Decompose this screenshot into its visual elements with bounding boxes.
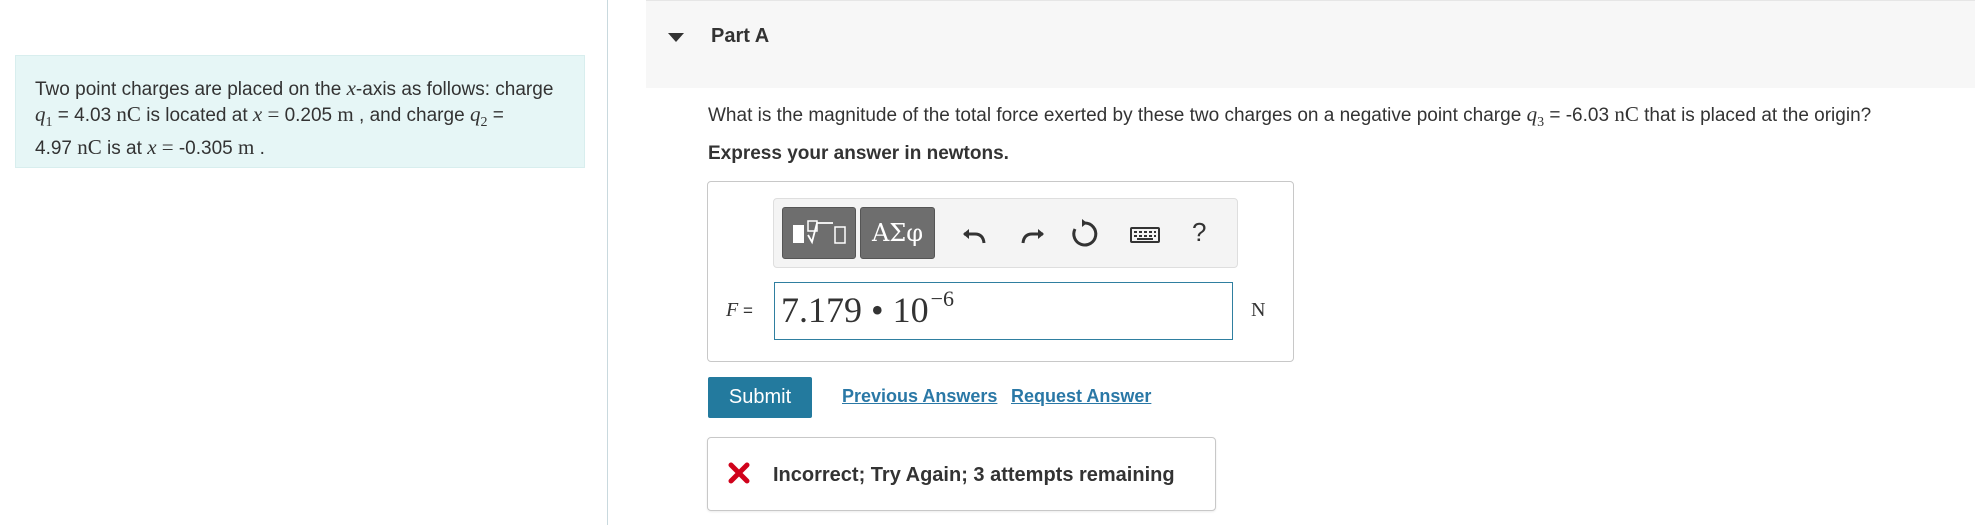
q3-unit: nC (1614, 102, 1639, 126)
problem-text-7: is at (101, 138, 148, 160)
answer-variable-label: F = (726, 299, 753, 321)
problem-text-2: -axis as follows: charge (355, 79, 554, 100)
answer-exponent: −6 (930, 286, 955, 311)
x1-unit: m (337, 102, 354, 126)
templates-icon (793, 220, 846, 245)
answer-box: ΑΣφ ? F = 7.179 • 10−6 N (707, 181, 1294, 362)
answer-value: 7.179 • 10 (781, 290, 929, 330)
x2-unit: m (238, 135, 255, 160)
keyboard-icon[interactable] (1129, 217, 1161, 251)
problem-statement: Two point charges are placed on the x-ax… (15, 55, 585, 168)
previous-answers-link[interactable]: Previous Answers (842, 386, 997, 407)
q3-symbol: q3 (1526, 102, 1545, 131)
q2-symbol: q2 (469, 102, 488, 131)
math-toolbar: ΑΣφ ? (773, 198, 1238, 268)
reset-icon[interactable] (1068, 217, 1102, 251)
question-text-pre: What is the magnitude of the total force… (708, 105, 1527, 126)
incorrect-x-icon (728, 462, 750, 484)
caret-down-icon[interactable] (668, 33, 684, 42)
part-title: Part A (711, 25, 770, 47)
part-header[interactable]: Part A (646, 0, 1975, 88)
x-symbol-2: x = (147, 135, 179, 160)
problem-text-8: . (254, 138, 265, 160)
column-divider (607, 0, 608, 525)
q1-value: = 4.03 (52, 105, 117, 126)
x1-value: 0.205 (284, 105, 333, 126)
q3-value: = -6.03 (1544, 105, 1615, 126)
answer-instruction: Express your answer in newtons. (708, 143, 1009, 164)
question-text-post: that is placed at the origin? (1638, 105, 1872, 126)
question-text: What is the magnitude of the total force… (708, 102, 1871, 131)
submit-button[interactable]: Submit (708, 377, 812, 418)
templates-button[interactable] (782, 207, 856, 259)
symbols-button[interactable]: ΑΣφ (860, 207, 935, 259)
answer-unit: N (1251, 299, 1266, 321)
redo-icon[interactable] (1014, 217, 1048, 251)
undo-icon[interactable] (959, 217, 993, 251)
problem-text-1: Two point charges are placed on the (35, 79, 347, 100)
feedback-text: Incorrect; Try Again; 3 attempts remaini… (773, 464, 1175, 486)
feedback-box: Incorrect; Try Again; 3 attempts remaini… (707, 437, 1216, 511)
problem-text-4: is located at (140, 105, 253, 126)
q2-value: 4.97 (35, 138, 78, 160)
q2-unit: nC (77, 135, 102, 160)
axis-variable: x (346, 76, 356, 100)
request-answer-link[interactable]: Request Answer (1011, 386, 1151, 407)
x-symbol: x = (252, 102, 285, 126)
answer-input[interactable]: 7.179 • 10−6 (774, 282, 1233, 340)
help-button[interactable]: ? (1192, 217, 1206, 248)
problem-text-6: = (487, 105, 504, 126)
q1-symbol: q1 (35, 102, 53, 131)
q1-unit: nC (116, 102, 141, 126)
problem-text-5: , and charge (353, 105, 470, 126)
x2-value: -0.305 (178, 138, 239, 160)
